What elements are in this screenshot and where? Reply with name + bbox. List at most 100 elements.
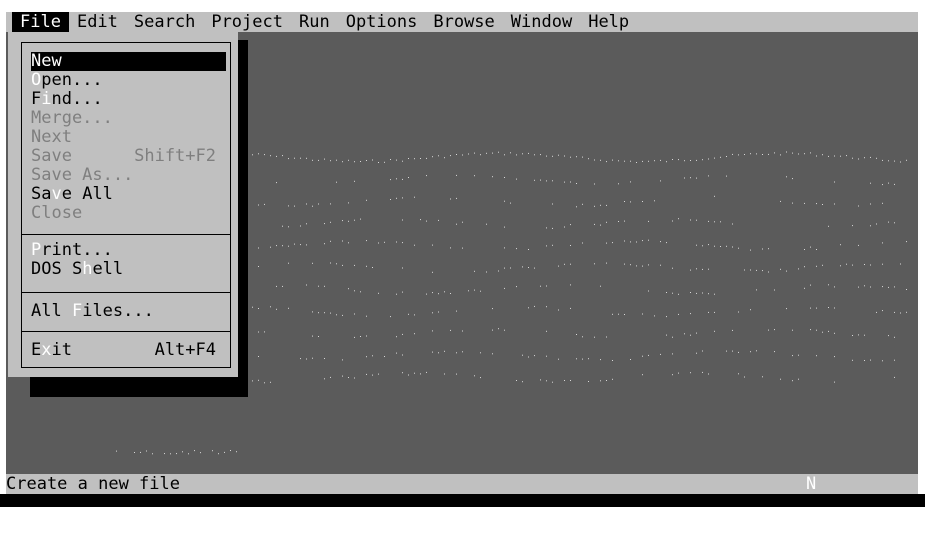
pattern-dot	[834, 381, 835, 383]
pattern-dot	[288, 205, 289, 207]
pattern-dot	[396, 159, 397, 161]
pattern-dot	[606, 242, 607, 244]
menu-item-save[interactable]: Save Shift+F2	[31, 147, 224, 166]
pattern-dot	[738, 373, 739, 375]
pattern-dot	[624, 201, 625, 202]
menu-edit[interactable]: Edit	[69, 12, 126, 32]
pattern-dot	[146, 450, 147, 452]
pattern-dot	[462, 247, 463, 249]
pattern-dot	[474, 175, 475, 177]
menu-item-all-files[interactable]: All Files...	[31, 302, 224, 321]
menu-options[interactable]: Options	[338, 12, 426, 32]
pattern-dot	[720, 156, 721, 158]
pattern-dot	[684, 177, 685, 179]
pattern-dot	[678, 159, 679, 161]
pattern-dot	[654, 160, 655, 162]
menu-item-open[interactable]: Open...	[31, 71, 224, 90]
pattern-dot	[798, 153, 799, 155]
pattern-dot	[492, 152, 493, 154]
pattern-dot	[402, 160, 403, 162]
pattern-dot	[438, 352, 439, 354]
pattern-dot	[606, 336, 607, 338]
menu-browse[interactable]: Browse	[425, 12, 502, 32]
menu-item-save-as[interactable]: Save As...	[31, 166, 224, 185]
pattern-dot	[324, 378, 325, 380]
menu-separator	[22, 331, 230, 332]
pattern-dot	[294, 157, 295, 159]
menu-item-merge[interactable]: Merge...	[31, 109, 224, 128]
pattern-dot	[378, 162, 379, 163]
pattern-dot	[600, 380, 601, 382]
pattern-dot	[732, 246, 733, 248]
pattern-dot	[708, 373, 709, 375]
screen-bottom-edge	[0, 494, 925, 507]
pattern-dot	[402, 242, 403, 244]
pattern-dot	[438, 219, 439, 221]
label-text: it	[51, 340, 72, 360]
pattern-dot	[834, 286, 835, 288]
pattern-dot	[744, 376, 745, 378]
pattern-dot	[846, 155, 847, 157]
pattern-dot	[786, 151, 787, 153]
pattern-dot	[300, 244, 301, 246]
pattern-dot	[780, 154, 781, 156]
pattern-dot	[900, 312, 901, 314]
pattern-dot	[390, 199, 391, 200]
menu-file[interactable]: File	[12, 12, 69, 32]
pattern-dot	[870, 156, 871, 158]
menu-search[interactable]: Search	[126, 12, 203, 32]
menu-project[interactable]: Project	[203, 12, 291, 32]
pattern-dot	[858, 158, 859, 160]
pattern-dot	[714, 157, 715, 159]
pattern-dot	[642, 313, 643, 315]
menu-window[interactable]: Window	[503, 12, 580, 32]
menu-item-find[interactable]: Find...	[31, 90, 224, 109]
pattern-dot	[828, 225, 829, 227]
pattern-dot	[672, 159, 673, 160]
menu-item-save-all[interactable]: Save All	[31, 185, 224, 204]
pattern-dot	[402, 354, 403, 356]
menu-item-close[interactable]: Close	[31, 204, 224, 223]
pattern-dot	[444, 157, 445, 159]
menu-item-exit[interactable]: Exit Alt+F4	[31, 341, 224, 360]
pattern-dot	[888, 335, 889, 337]
menu-item-new[interactable]: New	[31, 52, 226, 71]
pattern-dot	[894, 311, 895, 313]
pattern-dot	[870, 264, 871, 266]
pattern-dot	[552, 381, 553, 383]
pattern-dot	[726, 350, 727, 352]
pattern-dot	[354, 290, 355, 292]
pattern-dot	[498, 270, 499, 272]
pattern-dot	[390, 159, 391, 160]
menu-item-print[interactable]: Print...	[31, 241, 224, 260]
menu-help[interactable]: Help	[580, 12, 637, 32]
pattern-dot	[552, 155, 553, 157]
pattern-dot	[546, 155, 547, 157]
pattern-dot	[480, 352, 481, 354]
pattern-dot	[378, 292, 379, 294]
pattern-dot	[444, 373, 445, 375]
pattern-dot	[834, 203, 835, 205]
menu-run[interactable]: Run	[291, 12, 338, 32]
menu-item-dos-shell[interactable]: DOS Shell	[31, 260, 224, 279]
menu-item-next[interactable]: Next	[31, 128, 224, 147]
pattern-dot	[792, 329, 793, 331]
pattern-dot	[594, 159, 595, 161]
pattern-dot	[540, 179, 541, 181]
pattern-dot	[330, 221, 331, 223]
pattern-dot	[786, 176, 787, 178]
pattern-dot	[462, 221, 463, 223]
pattern-dot	[714, 245, 715, 247]
pattern-dot	[630, 264, 631, 266]
pattern-dot	[630, 201, 631, 203]
pattern-dot	[696, 177, 697, 179]
pattern-dot	[690, 219, 691, 221]
pattern-dot	[152, 453, 153, 455]
pattern-dot	[492, 308, 493, 310]
pattern-dot	[882, 286, 883, 288]
pattern-dot	[696, 352, 697, 354]
pattern-dot	[294, 205, 295, 207]
pattern-dot	[318, 336, 319, 337]
pattern-dot	[570, 156, 571, 158]
pattern-dot	[684, 160, 685, 162]
